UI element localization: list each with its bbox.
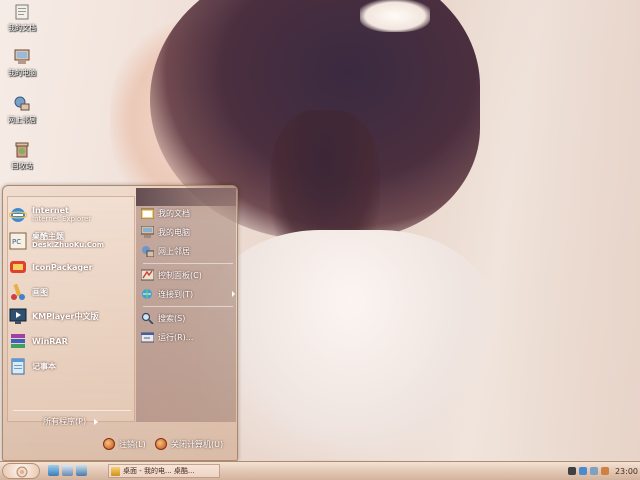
svg-text:PC: PC: [12, 238, 21, 246]
program-subtitle: Internet Explorer: [32, 215, 92, 223]
ie-icon: [8, 206, 28, 224]
power-icon: [155, 438, 167, 450]
place-label: 运行(R)...: [158, 332, 194, 342]
quicklaunch-desktop-icon[interactable]: [62, 465, 73, 476]
winrar-icon: [9, 332, 27, 350]
desktop-icon-label: 网上邻居: [8, 116, 36, 124]
taskbar-button-window[interactable]: 桌面 - 我的电... 桌酷...: [108, 464, 220, 478]
search-icon: [141, 312, 154, 325]
program-title: Internet: [32, 206, 69, 215]
program-title: 画图: [32, 287, 48, 297]
tray-network-icon[interactable]: [578, 467, 587, 475]
taskbar: 桌面 - 我的电... 桌酷... 23:00: [0, 461, 640, 480]
logoff-label: 注销(L): [119, 439, 146, 449]
program-title: KMPlayer中文版: [32, 311, 99, 321]
program-title: WinRAR: [32, 336, 68, 346]
program-paint[interactable]: 画图: [9, 281, 133, 303]
tray-app-icon[interactable]: [600, 467, 609, 475]
program-notepad[interactable]: 记事本: [9, 355, 133, 377]
tray-speaker-icon[interactable]: [567, 467, 576, 475]
start-menu-footer: 注销(L) 关闭计算机(U): [3, 424, 237, 460]
connect-icon: [141, 288, 154, 300]
folder-icon: [140, 207, 155, 220]
programs-divider: [13, 410, 131, 411]
notepad-icon: [9, 357, 27, 375]
logoff-button[interactable]: 注销(L): [103, 438, 146, 450]
program-title: 记事本: [32, 361, 56, 371]
wallpaper-glow: [500, 0, 640, 460]
program-title: 桌酷主题: [32, 232, 64, 241]
place-label: 我的文档: [158, 208, 190, 218]
clock[interactable]: 23:00: [615, 467, 638, 476]
program-subtitle: Desk.ZhuoKu.Com: [32, 241, 105, 249]
desktop-icon-my-computer[interactable]: 我的电脑: [2, 48, 42, 78]
system-tray: 23:00: [565, 464, 638, 478]
shutdown-button[interactable]: 关闭计算机(U): [155, 438, 223, 450]
computer-icon: [13, 48, 31, 66]
run-icon: [140, 331, 155, 343]
place-run[interactable]: 运行(R)...: [140, 329, 235, 345]
program-internet[interactable]: Internet Internet Explorer: [8, 204, 133, 226]
documents-icon: [13, 3, 31, 21]
place-my-computer[interactable]: 我的电脑: [140, 224, 235, 240]
place-label: 控制面板(C): [158, 270, 202, 280]
desktop-icon-label: 回收站: [11, 162, 33, 170]
start-menu: Internet Internet Explorer PC 桌酷主题 Desk.…: [2, 185, 238, 461]
chevron-right-icon: [232, 291, 235, 297]
desktop-icon-my-documents[interactable]: 我的文档: [2, 3, 42, 33]
start-menu-top-band: [136, 188, 236, 206]
control-panel-icon: [140, 269, 155, 281]
paint-icon: [9, 283, 27, 301]
start-button[interactable]: [2, 463, 40, 479]
wallpaper-hair-flower: [360, 0, 430, 32]
place-network[interactable]: 网上邻居: [141, 243, 235, 259]
place-my-documents[interactable]: 我的文档: [140, 205, 235, 221]
start-orb-icon: [16, 466, 28, 478]
desktop-icon-label: 我的文档: [8, 24, 36, 32]
place-connect-to[interactable]: 连接到(T): [141, 286, 235, 302]
place-label: 网上邻居: [158, 246, 190, 256]
recycle-bin-icon: [13, 141, 31, 159]
place-label: 搜索(S): [158, 313, 186, 323]
place-label: 我的电脑: [158, 227, 190, 237]
desktop-icon-network[interactable]: 网上邻居: [2, 95, 42, 125]
place-search[interactable]: 搜索(S): [141, 310, 235, 326]
place-control-panel[interactable]: 控制面板(C): [140, 267, 235, 283]
network-icon: [141, 245, 155, 258]
places-divider: [143, 306, 233, 307]
desktop-icon-label: 我的电脑: [8, 69, 36, 77]
tray-monitor-icon[interactable]: [589, 467, 598, 475]
places-divider: [143, 263, 233, 264]
quicklaunch-media-icon[interactable]: [76, 465, 87, 476]
quicklaunch-ie-icon[interactable]: [48, 465, 59, 476]
logoff-icon: [103, 438, 115, 450]
program-title: IconPackager: [32, 262, 93, 272]
program-iconpackager[interactable]: IconPackager: [9, 256, 133, 278]
place-label: 连接到(T): [158, 289, 194, 299]
wallpaper-shirt: [200, 230, 500, 460]
program-kmplayer[interactable]: KMPlayer中文版: [9, 305, 133, 327]
computer-icon: [140, 225, 155, 238]
network-icon: [13, 95, 31, 113]
folder-icon: [111, 467, 120, 476]
shutdown-label: 关闭计算机(U): [171, 439, 224, 449]
program-zhuoku[interactable]: PC 桌酷主题 Desk.ZhuoKu.Com: [9, 230, 133, 252]
task-label: 桌面 - 我的电... 桌酷...: [123, 467, 195, 475]
zhuoku-icon: PC: [9, 232, 27, 250]
kmplayer-icon: [9, 307, 27, 325]
desktop-icon-recycle-bin[interactable]: 回收站: [2, 141, 42, 171]
iconpackager-icon: [9, 258, 27, 276]
program-winrar[interactable]: WinRAR: [9, 330, 133, 352]
